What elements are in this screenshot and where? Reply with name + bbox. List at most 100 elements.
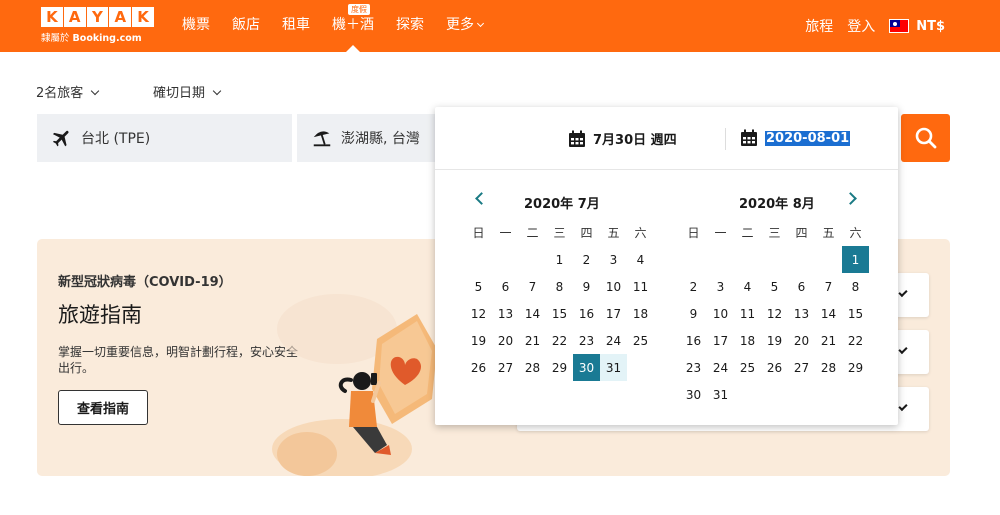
calendar-day[interactable]: 6 [492, 273, 519, 300]
logo-sub-prefix: 隸屬於 [41, 33, 70, 44]
calendar-day[interactable]: 27 [492, 354, 519, 381]
calendar-day[interactable]: 22 [546, 327, 573, 354]
calendar-day[interactable]: 6 [788, 273, 815, 300]
calendar-day[interactable]: 15 [546, 300, 573, 327]
calendar-day[interactable]: 23 [680, 354, 707, 381]
weekday-header: 六 [849, 226, 862, 240]
weekday-header: 三 [553, 226, 566, 240]
calendar-day[interactable]: 28 [815, 354, 842, 381]
calendar-blank-cell [761, 246, 788, 273]
active-nav-indicator [346, 45, 360, 52]
calendar-day[interactable]: 10 [707, 300, 734, 327]
calendar-day[interactable]: 18 [627, 300, 654, 327]
calendar-day[interactable]: 16 [573, 300, 600, 327]
logo-subtitle: 隸屬於 Booking.com [41, 30, 154, 44]
calendar-day[interactable]: 12 [761, 300, 788, 327]
view-guide-button[interactable]: 查看指南 [58, 390, 148, 425]
calendar-day[interactable]: 13 [492, 300, 519, 327]
calendar-day[interactable]: 2 [680, 273, 707, 300]
calendar-day[interactable]: 24 [600, 327, 627, 354]
calendar-day[interactable]: 5 [761, 273, 788, 300]
calendar-day[interactable]: 13 [788, 300, 815, 327]
end-date-value[interactable]: 2020-08-01 [765, 130, 851, 146]
next-month-arrow-icon[interactable] [844, 192, 857, 205]
destination-field[interactable]: 澎湖縣, 台灣 [297, 114, 437, 162]
calendar-day[interactable]: 5 [465, 273, 492, 300]
checkmark-icon [898, 401, 908, 412]
nav-packages[interactable]: 度假 機＋酒 [332, 0, 374, 52]
previous-month-arrow-icon[interactable] [475, 192, 488, 205]
calendar-day[interactable]: 18 [734, 327, 761, 354]
calendar-day[interactable]: 8 [842, 273, 869, 300]
calendar-day[interactable]: 30 [573, 354, 600, 381]
calendar-day[interactable]: 20 [492, 327, 519, 354]
calendar-day[interactable]: 3 [600, 246, 627, 273]
calendar-day[interactable]: 8 [546, 273, 573, 300]
weekday-header: 日 [472, 226, 485, 240]
calendar-day[interactable]: 27 [788, 354, 815, 381]
origin-field[interactable]: 台北 (TPE) [37, 114, 292, 162]
chevron-down-icon [212, 86, 222, 96]
kayak-logo[interactable]: K A Y A K 隸屬於 Booking.com [41, 7, 154, 44]
calendar-day[interactable]: 23 [573, 327, 600, 354]
calendar-day[interactable]: 26 [761, 354, 788, 381]
nav-explore[interactable]: 探索 [396, 0, 424, 52]
calendar-day[interactable]: 19 [465, 327, 492, 354]
nav-explore-label: 探索 [396, 17, 424, 33]
calendar-day[interactable]: 17 [600, 300, 627, 327]
calendar-day[interactable]: 4 [734, 273, 761, 300]
travelers-dropdown[interactable]: 2名旅客 [36, 82, 100, 101]
search-button[interactable] [901, 114, 950, 162]
calendar-day[interactable]: 31 [707, 381, 734, 408]
nav-flights[interactable]: 機票 [182, 0, 210, 52]
calendar-day[interactable]: 11 [627, 273, 654, 300]
calendar-day[interactable]: 26 [465, 354, 492, 381]
taiwan-flag-icon[interactable] [889, 19, 910, 33]
calendar-day[interactable]: 17 [707, 327, 734, 354]
nav-cars[interactable]: 租車 [282, 0, 310, 52]
nav-hotels[interactable]: 飯店 [232, 0, 260, 52]
date-divider [725, 128, 726, 150]
calendar-day[interactable]: 20 [788, 327, 815, 354]
calendar-day[interactable]: 4 [627, 246, 654, 273]
calendar-day[interactable]: 2 [573, 246, 600, 273]
calendar-day[interactable]: 29 [546, 354, 573, 381]
calendar-day[interactable]: 24 [707, 354, 734, 381]
calendar-day[interactable]: 7 [519, 273, 546, 300]
calendar-day[interactable]: 9 [573, 273, 600, 300]
calendar-day[interactable]: 11 [734, 300, 761, 327]
calendar-day[interactable]: 25 [627, 327, 654, 354]
calendar-day[interactable]: 19 [761, 327, 788, 354]
calendar-day[interactable]: 29 [842, 354, 869, 381]
calendar-day[interactable]: 21 [815, 327, 842, 354]
calendar-day[interactable]: 16 [680, 327, 707, 354]
weekday-header: 二 [741, 226, 754, 240]
calendar-day[interactable]: 12 [465, 300, 492, 327]
calendar-day[interactable]: 14 [815, 300, 842, 327]
calendar-day[interactable]: 25 [734, 354, 761, 381]
end-date-field[interactable]: 2020-08-01 [740, 129, 851, 147]
calendar-day[interactable]: 3 [707, 273, 734, 300]
calendar-icon [741, 129, 757, 146]
login-link[interactable]: 登入 [847, 16, 875, 36]
calendar-day[interactable]: 21 [519, 327, 546, 354]
calendar-day[interactable]: 1 [842, 246, 869, 273]
nav-more[interactable]: 更多 [446, 0, 485, 52]
calendar-day[interactable]: 1 [546, 246, 573, 273]
calendar-day[interactable]: 15 [842, 300, 869, 327]
start-date-field[interactable]: 7月30日 週四 [568, 129, 677, 148]
calendar-day[interactable]: 10 [600, 273, 627, 300]
calendar-day[interactable]: 31 [600, 354, 627, 381]
calendar-day[interactable]: 14 [519, 300, 546, 327]
exact-dates-dropdown[interactable]: 確切日期 [153, 82, 222, 101]
calendar-day[interactable]: 22 [842, 327, 869, 354]
trips-link[interactable]: 旅程 [805, 16, 833, 36]
calendar-day[interactable]: 28 [519, 354, 546, 381]
calendar-day[interactable]: 9 [680, 300, 707, 327]
calendar-blank-cell [465, 246, 492, 273]
currency-selector[interactable]: NT$ [916, 19, 945, 34]
calendar-day[interactable]: 30 [680, 381, 707, 408]
header-right: 旅程 登入 NT$ [791, 0, 945, 52]
date-picker-header: 7月30日 週四 2020-08-01 [435, 107, 898, 170]
calendar-day[interactable]: 7 [815, 273, 842, 300]
